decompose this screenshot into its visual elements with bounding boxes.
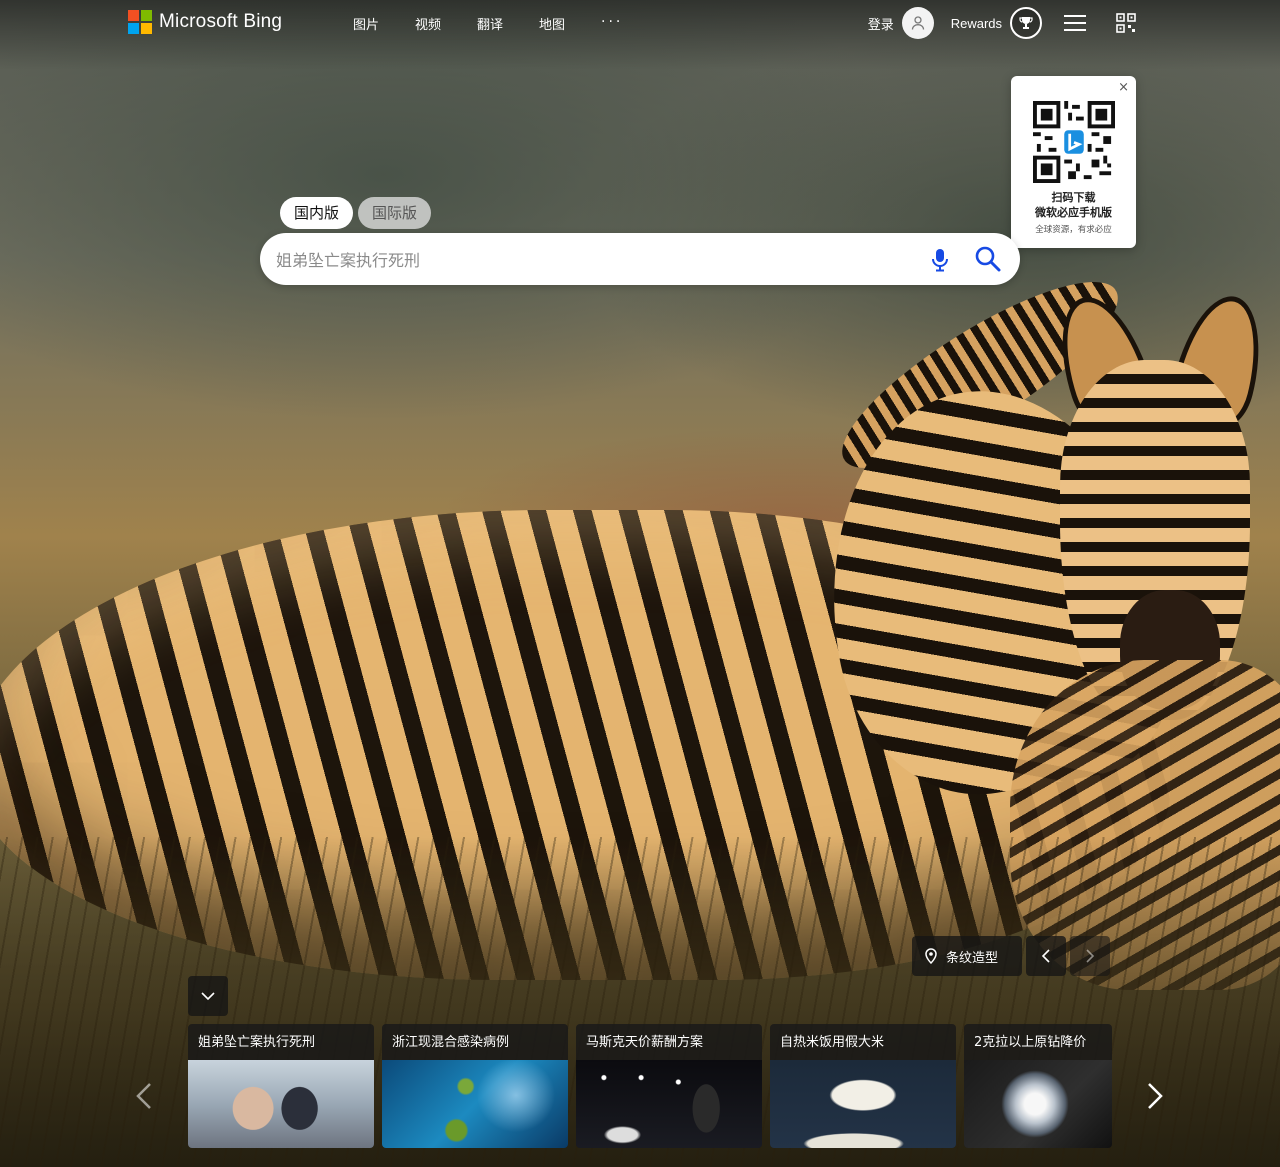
chevron-left-icon bbox=[1041, 949, 1050, 963]
nav-maps[interactable]: 地图 bbox=[539, 14, 601, 33]
search-input[interactable] bbox=[274, 233, 898, 287]
user-avatar-icon[interactable] bbox=[901, 7, 934, 39]
top-nav: 图片 视频 翻译 地图 ··· bbox=[353, 14, 663, 33]
search-icon[interactable] bbox=[974, 245, 1002, 273]
news-card[interactable]: 2克拉以上原钻降价 bbox=[964, 1024, 1112, 1148]
chevron-right-icon bbox=[1086, 949, 1095, 963]
qr-subtitle: 微软必应手机版 bbox=[1035, 206, 1112, 219]
image-location-button[interactable]: 条纹造型 bbox=[912, 936, 1022, 976]
qr-tagline: 全球资源，有求必应 bbox=[1035, 225, 1112, 235]
next-image-button[interactable] bbox=[1070, 936, 1110, 976]
news-card-thumbnail bbox=[770, 1060, 956, 1148]
qr-download-popup: × 扫码下载 微软必应手机版 全球资源，有求必应 bbox=[1011, 76, 1136, 248]
image-location-label: 条纹造型 bbox=[946, 950, 999, 966]
header-right: 登录 Rewards bbox=[868, 7, 1136, 39]
header: Microsoft Bing 图片 视频 翻译 地图 ··· 登录 Reward… bbox=[0, 0, 1280, 48]
tab-international[interactable]: 国际版 bbox=[358, 197, 432, 229]
market-tabs: 国内版 国际版 bbox=[280, 197, 432, 229]
nav-videos[interactable]: 视频 bbox=[415, 14, 477, 33]
carousel-prev-button[interactable] bbox=[132, 1080, 156, 1112]
search-box bbox=[260, 233, 1020, 287]
qr-code-image bbox=[1033, 101, 1115, 183]
bing-logo[interactable]: Microsoft Bing bbox=[128, 10, 282, 34]
login-link[interactable]: 登录 bbox=[868, 14, 894, 33]
chevron-right-icon bbox=[1148, 1083, 1163, 1109]
location-pin-icon bbox=[925, 948, 937, 964]
news-card-thumbnail bbox=[964, 1060, 1112, 1148]
news-card-title: 马斯克天价薪酬方案 bbox=[586, 1035, 704, 1050]
news-card-title: 浙江现混合感染病例 bbox=[392, 1035, 510, 1050]
news-card[interactable]: 马斯克天价薪酬方案 bbox=[576, 1024, 762, 1148]
collapse-news-button[interactable] bbox=[188, 976, 228, 1016]
news-card-thumbnail bbox=[188, 1060, 374, 1148]
news-card-thumbnail bbox=[576, 1060, 762, 1148]
rewards-trophy-icon[interactable] bbox=[1010, 7, 1042, 39]
chevron-down-icon bbox=[201, 992, 215, 1001]
tab-domestic[interactable]: 国内版 bbox=[280, 197, 354, 229]
microphone-icon[interactable] bbox=[928, 247, 952, 273]
microsoft-logo-icon bbox=[128, 10, 152, 34]
nav-images[interactable]: 图片 bbox=[353, 14, 415, 33]
nav-more[interactable]: ··· bbox=[601, 14, 663, 33]
news-card-title: 自热米饭用假大米 bbox=[780, 1035, 885, 1050]
news-card[interactable]: 浙江现混合感染病例 bbox=[382, 1024, 568, 1148]
rewards-label[interactable]: Rewards bbox=[951, 16, 1002, 31]
news-cards: 姐弟坠亡案执行死刑 浙江现混合感染病例 马斯克天价薪酬方案 自热米饭用假大米 2… bbox=[188, 1024, 1112, 1148]
nav-translate[interactable]: 翻译 bbox=[477, 14, 539, 33]
qr-code-icon[interactable] bbox=[1116, 13, 1136, 33]
close-icon[interactable]: × bbox=[1118, 80, 1129, 95]
news-card[interactable]: 姐弟坠亡案执行死刑 bbox=[188, 1024, 374, 1148]
news-card-title: 姐弟坠亡案执行死刑 bbox=[198, 1035, 316, 1050]
chevron-left-icon bbox=[136, 1083, 151, 1109]
qr-title: 扫码下载 bbox=[1051, 191, 1096, 204]
previous-image-button[interactable] bbox=[1026, 936, 1066, 976]
hamburger-menu-icon[interactable] bbox=[1064, 13, 1086, 33]
news-card-title: 2克拉以上原钻降价 bbox=[974, 1035, 1087, 1050]
logo-text: Microsoft Bing bbox=[159, 11, 283, 32]
carousel-next-button[interactable] bbox=[1143, 1080, 1167, 1112]
news-card[interactable]: 自热米饭用假大米 bbox=[770, 1024, 956, 1148]
news-card-thumbnail bbox=[382, 1060, 568, 1148]
